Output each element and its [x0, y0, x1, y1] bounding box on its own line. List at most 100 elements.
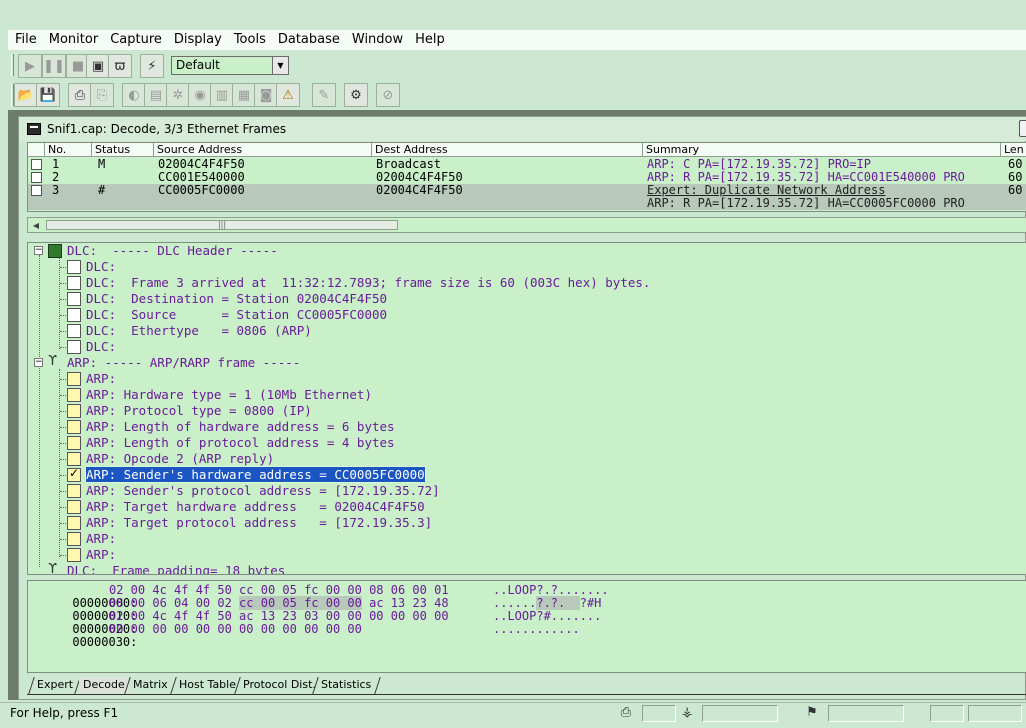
hex-ascii[interactable]: ............ — [493, 623, 580, 636]
menu-monitor[interactable]: Monitor — [43, 30, 104, 50]
alarm-icon[interactable]: ⚠ — [276, 83, 300, 107]
decode-tree-pane: − DLC: ----- DLC Header ----- DLC: DLC: … — [27, 242, 1026, 575]
status-panel — [702, 705, 778, 722]
tree-node-dlc-header[interactable]: DLC: ----- DLC Header ----- — [67, 243, 278, 259]
play-icon[interactable]: ▶ — [18, 54, 42, 78]
tab-expert[interactable]: Expert — [33, 677, 77, 694]
profile-select[interactable]: Default ▼ — [171, 56, 289, 75]
horizontal-scrollbar[interactable]: ◀ ||| — [27, 217, 1026, 233]
tree-node-arp[interactable]: ARP: Opcode 2 (ARP reply) — [86, 451, 274, 467]
collapse-dlc-icon[interactable]: − — [34, 246, 43, 255]
tree-node-arp[interactable]: ARP: — [86, 531, 116, 547]
cell-dest: 02004C4F4F50 — [376, 183, 463, 197]
menu-help[interactable]: Help — [409, 30, 451, 50]
tree-node-dlc[interactable]: DLC: Ethertype = 0806 (ARP) — [86, 323, 312, 339]
print-preview-icon[interactable]: ⎘ — [90, 83, 114, 107]
cell-status: # — [98, 183, 106, 197]
tree-node-arp-header[interactable]: ARP: ----- ARP/RARP frame ----- — [67, 355, 300, 371]
field-page-icon — [67, 516, 81, 530]
tree-node-dlc[interactable]: DLC: — [86, 259, 116, 275]
tab-host-table[interactable]: Host Table — [175, 677, 240, 694]
field-page-icon — [67, 500, 81, 514]
table-row-selected[interactable]: 3 # CC0005FC0000 02004C4F4F50 Expert: Du… — [28, 184, 1026, 210]
scroll-left-icon[interactable]: ◀ — [28, 218, 44, 232]
tree-node-dlc[interactable]: DLC: — [86, 339, 116, 355]
open-icon[interactable]: 📂 — [14, 83, 38, 107]
menu-window[interactable]: Window — [346, 30, 409, 50]
collapse-arp-icon[interactable]: − — [34, 358, 43, 367]
column-header-source[interactable]: Source Address — [154, 143, 372, 157]
tree-node-arp[interactable]: ARP: Length of protocol address = 4 byte… — [86, 435, 395, 451]
field-page-icon — [67, 340, 81, 354]
protocol-distribution-icon[interactable]: ▥ — [210, 83, 234, 107]
pause-icon[interactable]: ❚❚ — [42, 54, 66, 78]
print-icon[interactable]: ⎙ — [68, 83, 92, 107]
global-statistics-icon[interactable]: ▦ — [232, 83, 256, 107]
column-header-no[interactable]: No. — [45, 143, 92, 157]
row-checkbox[interactable] — [31, 172, 42, 183]
hex-ascii-part: ?#H — [579, 596, 602, 610]
selected-field-text[interactable]: ARP: Sender's hardware address = CC0005F… — [85, 466, 426, 483]
column-header-status[interactable]: Status — [92, 143, 154, 157]
tree-node-arp[interactable]: ARP: — [86, 547, 116, 563]
tree-node-arp[interactable]: ARP: Target hardware address = 02004C4F4… — [86, 499, 425, 515]
field-page-icon — [67, 420, 81, 434]
dashboard-icon[interactable]: ◐ — [122, 83, 146, 107]
tree-node-arp[interactable]: ARP: Sender's protocol address = [172.19… — [86, 483, 440, 499]
alarm-log-icon[interactable]: ◙ — [254, 83, 278, 107]
tree-node-padding[interactable]: DLC: Frame padding= 18 bytes — [67, 563, 285, 574]
capture-toolbar: ▶ ❚❚ ■ ▣ ϖ ⚡ Default ▼ — [8, 51, 1026, 79]
hex-bytes[interactable]: 00 00 00 00 00 00 00 00 00 00 00 00 — [109, 623, 362, 636]
scrollbar-thumb[interactable]: ||| — [46, 220, 398, 230]
tree-node-dlc[interactable]: DLC: Destination = Station 02004C4F4F50 — [86, 291, 387, 307]
tree-node-arp[interactable]: ARP: Protocol type = 0800 (IP) — [86, 403, 312, 419]
tree-node-arp[interactable]: ARP: Length of hardware address = 6 byte… — [86, 419, 395, 435]
column-header-dest[interactable]: Dest Address — [372, 143, 643, 157]
tree-node-arp[interactable]: ARP: Target protocol address = [172.19.3… — [86, 515, 432, 531]
tree-node-arp[interactable]: ARP: — [86, 371, 116, 387]
column-header-select[interactable] — [28, 143, 45, 157]
menu-file[interactable]: File — [8, 30, 43, 50]
tab-decode[interactable]: Decode — [79, 677, 129, 694]
field-page-icon — [67, 388, 81, 402]
field-page-icon — [67, 436, 81, 450]
printer-icon: ⎙ — [620, 705, 632, 720]
tree-node-arp[interactable]: ARP: Hardware type = 1 (10Mb Ethernet) — [86, 387, 372, 403]
checked-field-icon — [67, 466, 81, 482]
network-adapter-icon: ⚶ — [681, 705, 693, 720]
tree-connector — [59, 369, 60, 557]
window-title-bar[interactable]: Snif1.cap: Decode, 3/3 Ethernet Frames — [19, 117, 1026, 141]
window-control-button[interactable] — [1019, 120, 1026, 137]
tab-statistics[interactable]: Statistics — [317, 677, 375, 694]
matrix-icon[interactable]: ✲ — [166, 83, 190, 107]
host-table-icon[interactable]: ▤ — [144, 83, 168, 107]
disable-icon[interactable]: ⊘ — [376, 83, 400, 107]
save-icon[interactable]: 💾 — [36, 83, 60, 107]
status-bar: For Help, press F1 ⎙ ⚶ ⚑ — [0, 702, 1026, 724]
hex-bytes-highlight[interactable]: cc 00 05 fc 00 00 — [239, 596, 362, 610]
tree-node-arp-selected[interactable]: ARP: Sender's hardware address = CC0005F… — [85, 466, 426, 483]
define-filter-icon[interactable]: ⚡ — [140, 54, 164, 78]
hex-ascii-highlight[interactable]: ?.?. — [536, 596, 580, 610]
cell-source: CC0005FC0000 — [158, 183, 245, 197]
menu-display[interactable]: Display — [168, 30, 228, 50]
binoculars-icon[interactable]: ϖ — [108, 54, 132, 78]
tree-node-dlc[interactable]: DLC: Frame 3 arrived at 11:32:12.7893; f… — [86, 275, 650, 291]
tree-node-dlc[interactable]: DLC: Source = Station CC0005FC0000 — [86, 307, 387, 323]
toolbar-grip[interactable] — [11, 54, 14, 76]
row-checkbox[interactable] — [31, 159, 42, 170]
menu-capture[interactable]: Capture — [104, 30, 168, 50]
row-checkbox[interactable] — [31, 185, 42, 196]
menu-database[interactable]: Database — [272, 30, 346, 50]
menu-tools[interactable]: Tools — [228, 30, 272, 50]
column-header-summary[interactable]: Summary — [643, 143, 1001, 157]
padding-icon: ϒ — [48, 562, 58, 575]
history-icon[interactable]: ◉ — [188, 83, 212, 107]
tab-protocol-dist[interactable]: Protocol Dist. — [239, 677, 320, 694]
stop-and-display-icon[interactable]: ▣ — [86, 54, 110, 78]
options-icon[interactable]: ⚙ — [344, 83, 368, 107]
chevron-down-icon[interactable]: ▼ — [272, 57, 288, 74]
tab-matrix[interactable]: Matrix — [129, 677, 172, 694]
column-header-len[interactable]: Len — [1001, 143, 1026, 157]
address-book-icon[interactable]: ✎ — [312, 83, 336, 107]
